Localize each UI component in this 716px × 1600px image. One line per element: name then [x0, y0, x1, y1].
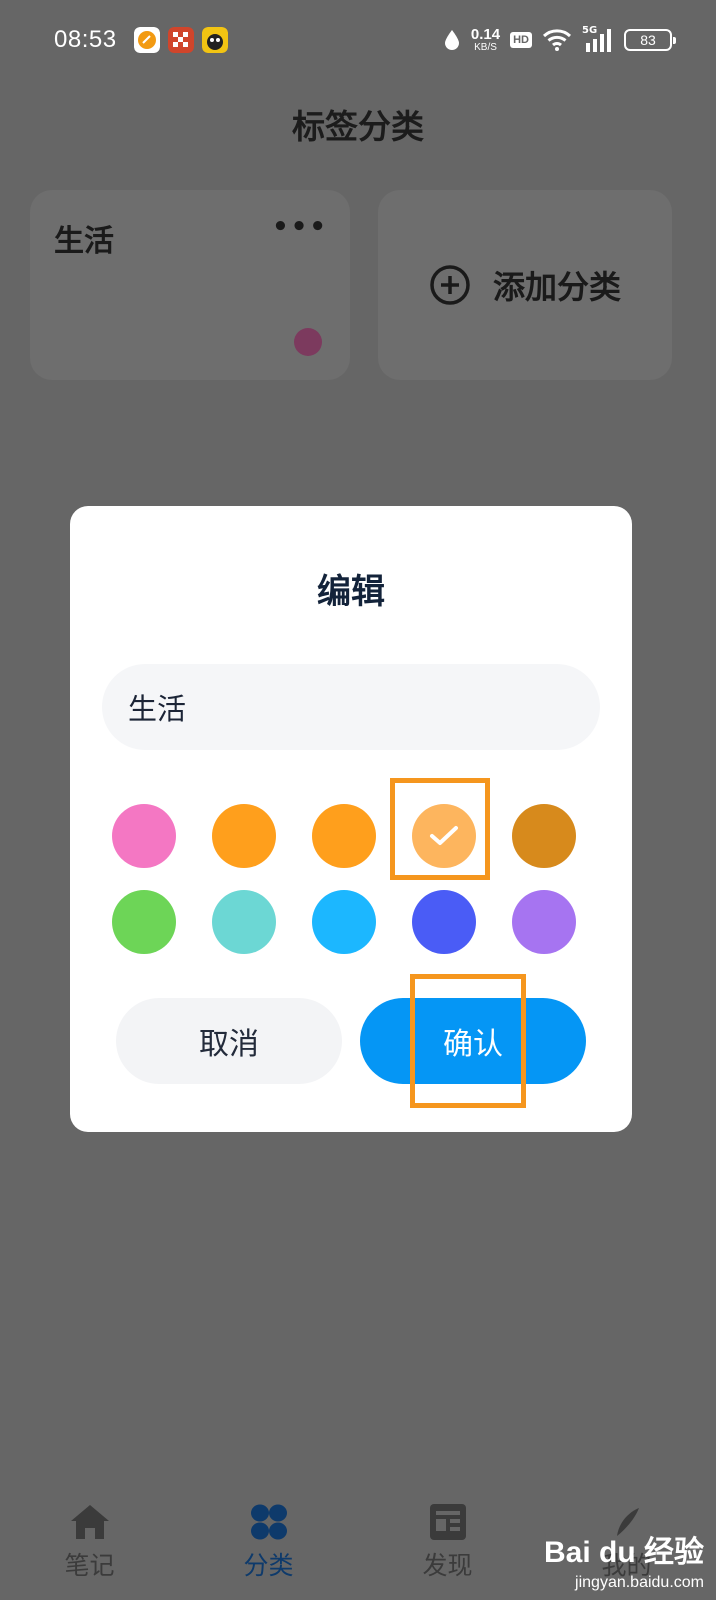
nav-label-notes: 笔记: [64, 1551, 115, 1580]
color-swatch-blue[interactable]: [412, 890, 476, 954]
status-time: 08:53: [54, 26, 117, 53]
cancel-button[interactable]: 取消: [116, 998, 342, 1084]
nav-label-category: 分类: [243, 1551, 294, 1580]
network-speed: 0.14 KB/S: [471, 27, 500, 53]
color-swatch-orange-2[interactable]: [312, 804, 376, 868]
add-category-button[interactable]: 添加分类: [378, 190, 672, 380]
battery-level: 83: [640, 32, 656, 48]
color-swatch-purple[interactable]: [512, 890, 576, 954]
page-title: 标签分类: [292, 107, 424, 146]
status-right-icons: 0.14 KB/S HD 5G 83: [443, 24, 676, 56]
notification-game-icon: [168, 27, 194, 53]
color-swatch-teal[interactable]: [212, 890, 276, 954]
nav-item-category[interactable]: 分类: [209, 1502, 329, 1582]
network-speed-value: 0.14: [470, 26, 501, 43]
network-speed-unit: KB/S: [474, 42, 497, 53]
watermark-site: jingyan.baidu.com: [575, 1574, 704, 1591]
notification-app-icon: [134, 27, 160, 53]
notification-cat-app-icon: [202, 27, 228, 53]
signal-bars-icon: [586, 29, 611, 52]
dialog-title: 编辑: [317, 572, 385, 612]
confirm-highlight-box: [410, 974, 526, 1108]
wifi-icon: [542, 29, 572, 51]
color-swatch-green[interactable]: [112, 890, 176, 954]
data-saver-icon: [444, 30, 459, 50]
nav-item-notes[interactable]: 笔记: [30, 1502, 150, 1582]
more-options-icon[interactable]: •••: [272, 214, 328, 240]
selected-color-highlight-box: [390, 778, 490, 880]
nav-item-discover[interactable]: 发现: [388, 1502, 508, 1582]
status-bar: 08:53 0.14 KB/S HD 5G 83: [0, 0, 716, 84]
category-name-input[interactable]: [102, 664, 600, 750]
color-swatch-dark-orange[interactable]: [512, 804, 576, 868]
color-swatch-sky-blue[interactable]: [312, 890, 376, 954]
nav-label-discover: 发现: [422, 1551, 473, 1580]
add-category-label: 添加分类: [492, 268, 621, 306]
category-card[interactable]: 生活 •••: [30, 190, 350, 380]
notification-icons: [134, 27, 228, 53]
battery-indicator: 83: [624, 29, 676, 51]
category-name: 生活: [54, 224, 114, 259]
watermark-brand: Bai du 经验: [543, 1536, 704, 1569]
baidu-jingyan-watermark: Bai du 经验 jingyan.baidu.com: [544, 1538, 704, 1592]
edit-dialog: 编辑 取消 确认: [70, 506, 632, 1132]
color-swatch-orange[interactable]: [212, 804, 276, 868]
news-icon: [429, 1504, 466, 1540]
category-color-dot: [294, 328, 322, 356]
home-icon: [70, 1505, 109, 1539]
add-circle-icon: [430, 265, 470, 305]
cellular-signal: 5G: [582, 25, 614, 53]
hd-badge: HD: [510, 32, 532, 48]
category-grid-icon: [250, 1504, 287, 1540]
color-swatch-pink[interactable]: [112, 804, 176, 868]
